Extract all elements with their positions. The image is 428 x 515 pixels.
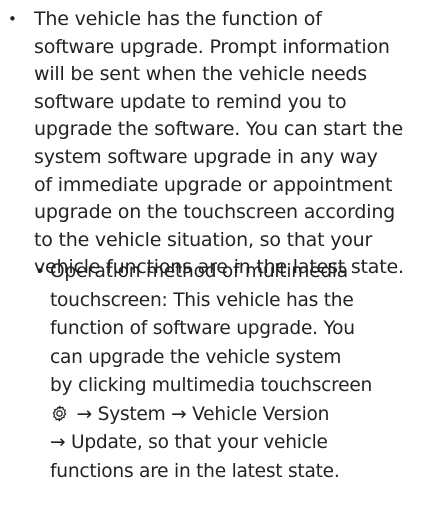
operation-method-bullet: • Operation method of multimedia touchsc… xyxy=(36,258,424,486)
text-line: will be sent when the vehicle needs xyxy=(34,63,367,86)
text-line: can upgrade the vehicle system xyxy=(50,346,342,368)
text-line: to the vehicle situation, so that your xyxy=(34,228,373,251)
text-line: The vehicle has the function of xyxy=(34,8,322,30)
software-upgrade-bullet: • The vehicle has the function of softwa… xyxy=(6,6,424,282)
text-line: system software upgrade in any way xyxy=(34,145,378,168)
software-upgrade-text: The vehicle has the function of software… xyxy=(34,6,424,282)
text-line: of immediate upgrade or appointment xyxy=(34,173,393,196)
manual-page: • The vehicle has the function of softwa… xyxy=(0,0,428,515)
text-line: functions are in the latest state. xyxy=(50,460,340,482)
gear-icon xyxy=(50,404,69,423)
operation-method-text: Operation method of multimedia touchscre… xyxy=(50,258,424,486)
text-line: upgrade the software. You can start the xyxy=(34,118,403,141)
bullet-marker: • xyxy=(36,262,45,280)
text-line: upgrade on the touchscreen according xyxy=(34,201,396,224)
menu-path-line: → System → Vehicle Version xyxy=(50,401,424,430)
text-line: → Update, so that your vehicle xyxy=(50,432,328,453)
text-line: by clicking multimedia touchscreen xyxy=(50,375,373,396)
text-line: function of software upgrade. You xyxy=(50,318,355,339)
bullet-marker: • xyxy=(8,10,17,28)
text-line: software update to remind you to xyxy=(34,90,347,113)
text-line: software upgrade. Prompt information xyxy=(34,35,390,58)
text-line: touchscreen: This vehicle has the xyxy=(50,289,354,311)
menu-path-text: → System → Vehicle Version xyxy=(71,403,330,425)
text-line: Operation method of multimedia xyxy=(50,261,348,282)
